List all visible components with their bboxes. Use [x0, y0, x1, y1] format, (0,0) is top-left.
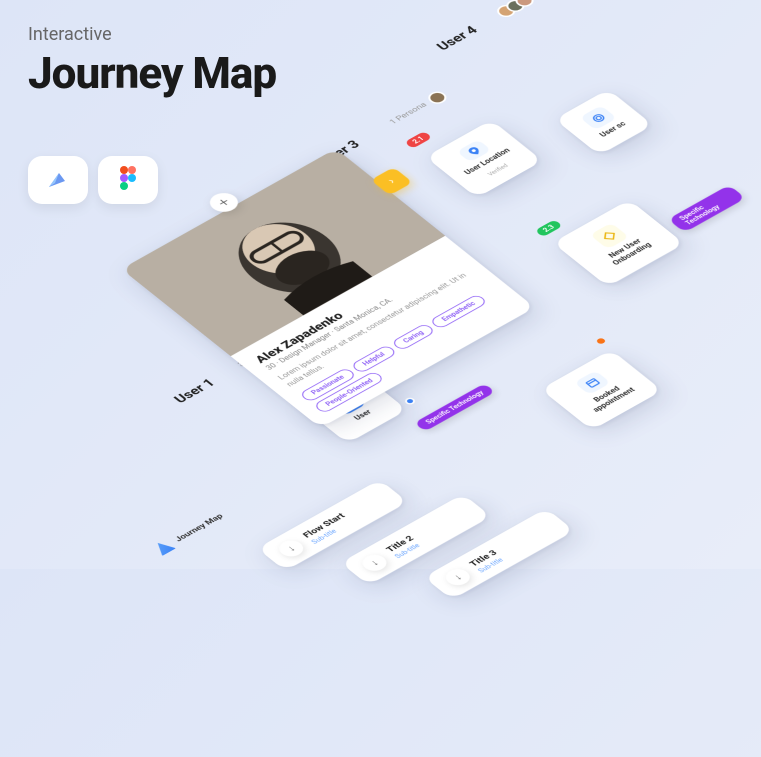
status-dot	[595, 337, 606, 345]
column-header-user4: User 4	[433, 0, 537, 53]
down-arrow-icon: ↓	[274, 537, 308, 560]
avatar	[424, 89, 449, 106]
plus-icon: +	[213, 195, 234, 210]
protopie-icon[interactable]	[28, 156, 88, 204]
badge-count: 2.1	[404, 131, 432, 149]
page-header: Interactive Journey Map	[28, 24, 276, 99]
node-label: User	[353, 409, 374, 423]
location-node[interactable]: User Location Verified	[425, 120, 542, 198]
userscan-node[interactable]: User sc	[554, 89, 653, 155]
calendar-icon	[574, 371, 611, 396]
figma-icon[interactable]	[98, 156, 158, 204]
diamond-icon	[590, 223, 629, 249]
avatar-stack	[424, 89, 449, 106]
brand-label: Journey Map	[173, 512, 225, 543]
badge-count: 2.3	[535, 220, 563, 238]
header-title: Journey Map	[28, 47, 276, 99]
connector-dot	[403, 396, 417, 405]
onboarding-node[interactable]: New User Onboarding	[553, 200, 685, 287]
technology-tag[interactable]: Specific Technology	[414, 383, 496, 431]
column-title: User 4	[433, 23, 481, 53]
node-label: New User Onboarding	[595, 231, 664, 273]
avatar-stack	[493, 0, 537, 19]
column-subtitle: 1 Persona	[388, 101, 429, 126]
flow-start-card[interactable]: ↓ Flow Start Sub-title	[257, 479, 408, 570]
technology-tag[interactable]: Specific Technology	[668, 185, 746, 233]
chevron-right-icon: ›	[385, 176, 399, 186]
booked-node[interactable]: Booked appointment	[540, 350, 662, 431]
down-arrow-icon: ↓	[441, 566, 475, 589]
tool-badges	[28, 156, 158, 204]
down-arrow-icon: ↓	[358, 551, 392, 574]
brand-logo: Journey Map	[151, 510, 227, 556]
column-title: User 1	[170, 376, 218, 406]
brand-mark-icon	[151, 539, 176, 556]
header-subtitle: Interactive	[28, 24, 276, 45]
